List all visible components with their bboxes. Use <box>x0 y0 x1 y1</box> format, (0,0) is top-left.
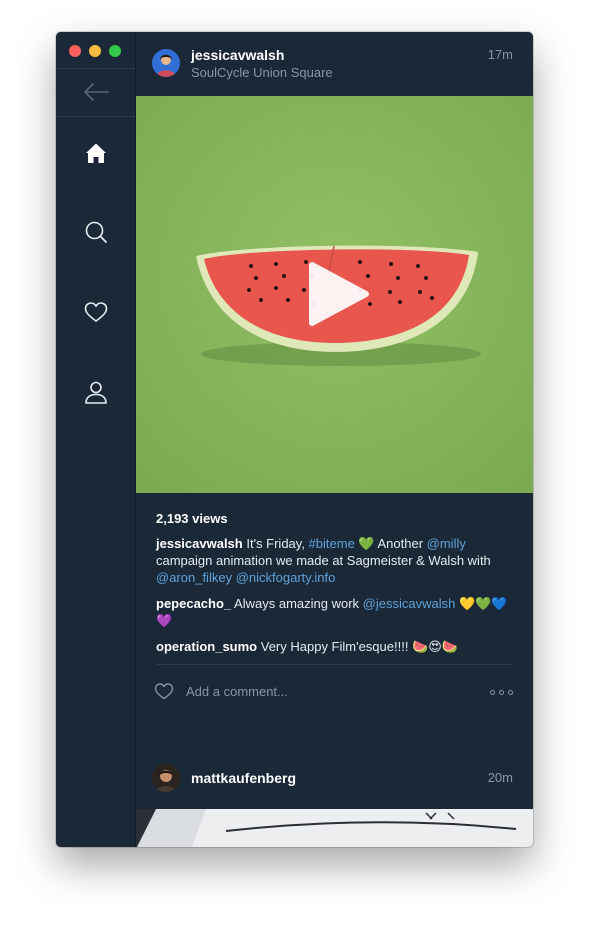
post-timestamp: 17m <box>487 47 513 62</box>
comment-text: Always amazing work <box>231 596 363 611</box>
like-heart-icon[interactable] <box>154 682 174 700</box>
minimize-button[interactable] <box>89 45 101 57</box>
caption-text: Another <box>377 536 427 551</box>
caption-text: It's Friday, <box>242 536 309 551</box>
heart-icon[interactable] <box>83 299 109 325</box>
next-post-header: mattkaufenberg 20m <box>136 758 533 808</box>
next-post-timestamp: 20m <box>487 770 513 785</box>
mention-link[interactable]: @jessicavwalsh <box>363 596 456 611</box>
mention-link[interactable]: @nickfogarty.info <box>236 570 336 585</box>
caption-text: campaign animation we made at Sagmeister… <box>156 553 491 568</box>
post-header: jessicavwalsh SoulCycle Union Square 17m <box>136 32 533 96</box>
next-post-username[interactable]: mattkaufenberg <box>191 770 296 786</box>
avatar[interactable] <box>152 49 180 77</box>
arrow-left-icon[interactable] <box>82 82 110 102</box>
next-post-image[interactable] <box>136 809 533 847</box>
mention-link[interactable]: @aron_filkey <box>156 570 232 585</box>
comment-username[interactable]: operation_sumo <box>156 639 257 654</box>
post-username[interactable]: jessicavwalsh <box>191 47 284 63</box>
more-options-icon[interactable] <box>490 690 513 695</box>
zoom-button[interactable] <box>109 45 121 57</box>
caption-emoji: 💚 <box>354 536 378 551</box>
home-icon[interactable] <box>83 140 109 166</box>
sidebar <box>56 32 136 847</box>
profile-icon[interactable] <box>83 379 109 405</box>
comment: operation_sumo Very Happy Film'esque!!!!… <box>156 638 513 655</box>
post-video[interactable] <box>136 96 533 493</box>
post-details: 2,193 views jessicavwalsh It's Friday, #… <box>156 510 513 665</box>
app-window: jessicavwalsh SoulCycle Union Square 17m <box>56 32 533 847</box>
feed: jessicavwalsh SoulCycle Union Square 17m <box>136 32 533 847</box>
comment-username[interactable]: pepecacho_ <box>156 596 231 611</box>
caption-username[interactable]: jessicavwalsh <box>156 536 243 551</box>
post-caption: jessicavwalsh It's Friday, #biteme 💚 Ano… <box>156 535 513 586</box>
comment-bar: Add a comment... <box>136 672 533 712</box>
sidebar-divider <box>56 68 135 69</box>
window-controls <box>69 45 121 57</box>
mention-link[interactable]: @milly <box>427 536 466 551</box>
close-button[interactable] <box>69 45 81 57</box>
play-icon[interactable] <box>306 261 372 327</box>
hashtag-link[interactable]: #biteme <box>309 536 355 551</box>
add-comment-input[interactable]: Add a comment... <box>186 684 288 699</box>
comment: pepecacho_ Always amazing work @jessicav… <box>156 595 513 629</box>
search-icon[interactable] <box>83 219 109 245</box>
post-location[interactable]: SoulCycle Union Square <box>191 65 333 80</box>
view-count: 2,193 views <box>156 511 228 526</box>
comment-text: Very Happy Film'esque!!!! 🍉😍🍉 <box>257 639 458 654</box>
sidebar-divider <box>56 116 135 117</box>
divider <box>156 664 513 665</box>
avatar[interactable] <box>152 764 180 792</box>
